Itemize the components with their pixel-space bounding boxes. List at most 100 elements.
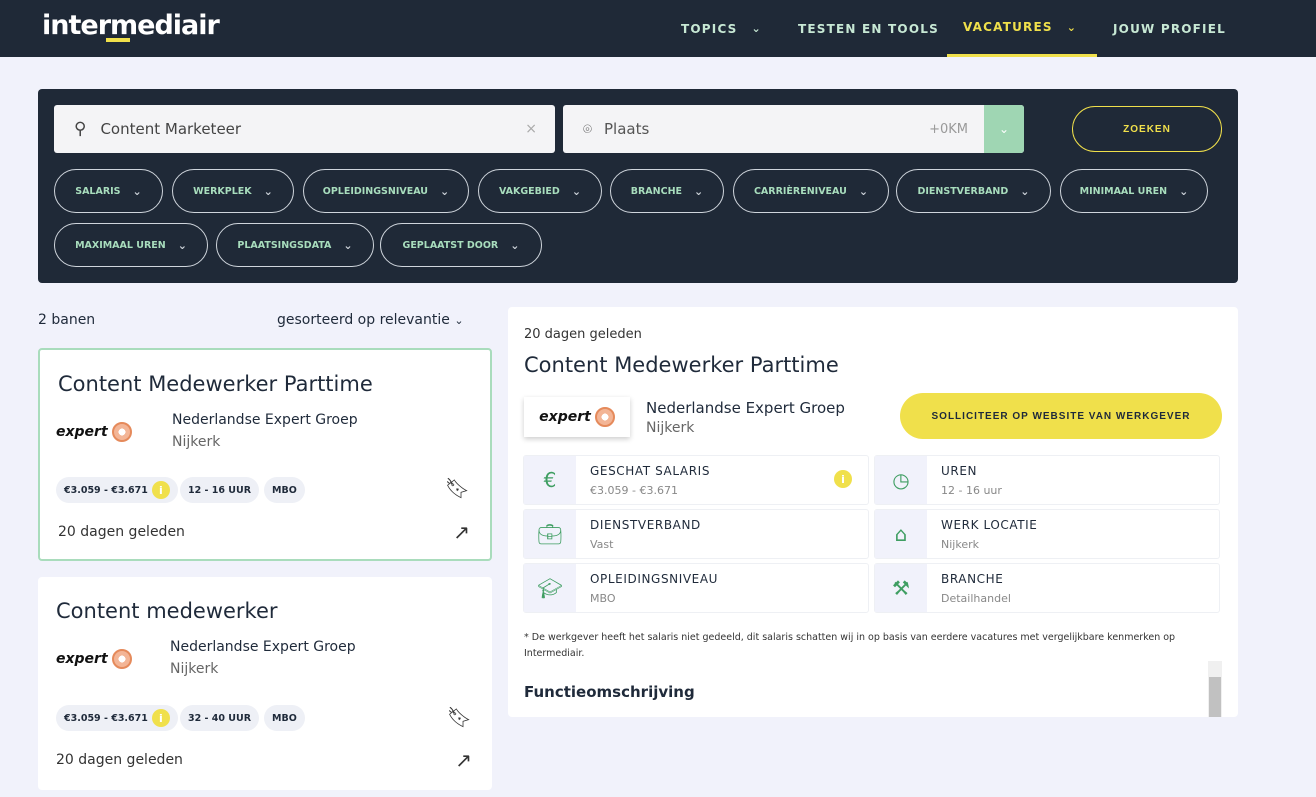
chevron-down-icon: ⌄: [440, 184, 450, 198]
graduation-icon: 🎓︎: [524, 564, 576, 612]
nav-vacatures[interactable]: VACATURES ⌄: [947, 0, 1097, 57]
scrollbar-thumb[interactable]: [1209, 677, 1221, 717]
chevron-down-icon: ⌄: [1066, 20, 1078, 34]
salary-tag: €3.059 - €3.671 i: [56, 705, 178, 731]
chevron-down-icon: ⌄: [132, 184, 142, 198]
job-title: Content medewerker: [56, 599, 278, 623]
logo-underline: [106, 38, 130, 42]
job-card[interactable]: Content Medewerker Parttime expert Neder…: [38, 348, 492, 561]
filter-plaatsingsdata[interactable]: PLAATSINGSDATA ⌄: [216, 223, 374, 267]
nav-label: VACATURES: [963, 20, 1053, 34]
fact-branche: ⚒ BRANCHE Detailhandel: [874, 563, 1220, 613]
results-count: 2 banen: [38, 312, 96, 328]
job-title: Content Medewerker Parttime: [58, 372, 373, 396]
company-logo: expert: [56, 422, 132, 442]
chevron-down-icon: ⌄: [858, 184, 869, 198]
chevron-down-icon: ⌄: [694, 184, 704, 198]
nav-label: JOUW PROFIEL: [1113, 21, 1226, 36]
info-icon[interactable]: i: [151, 709, 170, 727]
filter-label: WERKPLEK: [193, 185, 252, 197]
briefcase-icon: 💼︎: [524, 510, 576, 558]
company-name: Nederlandse Expert Groep: [172, 412, 358, 428]
chevron-down-icon: ⌄: [571, 184, 582, 198]
bookmark-icon[interactable]: 🔖︎: [447, 705, 472, 729]
posted-ago: 20 dagen geleden: [524, 327, 642, 342]
filter-label: BRANCHE: [630, 185, 683, 197]
filter-salaris[interactable]: SALARIS ⌄: [54, 169, 163, 213]
chevron-down-icon: ⌄: [751, 22, 762, 35]
search-icon: ⚲: [74, 119, 87, 139]
search-query: Content Marketeer: [100, 120, 242, 138]
nav-jouw-profiel[interactable]: JOUW PROFIEL: [1113, 0, 1226, 57]
place-placeholder: Plaats: [604, 120, 650, 138]
nav-testen-en-tools[interactable]: TESTEN EN TOOLS: [798, 0, 939, 57]
filter-label: MAXIMAAL UREN: [75, 239, 166, 251]
salary-tag: €3.059 - €3.671 i: [56, 477, 178, 503]
chevron-down-icon: ⌄: [510, 238, 520, 252]
filter-werkplek[interactable]: WERKPLEK ⌄: [172, 169, 294, 213]
clear-icon[interactable]: ×: [525, 121, 537, 137]
chevron-down-icon: ⌄: [263, 184, 273, 198]
filter-vakgebied[interactable]: VAKGEBIED ⌄: [478, 169, 602, 213]
logo[interactable]: intermediair: [42, 10, 220, 41]
radius-value: +0KM: [929, 121, 968, 137]
info-icon[interactable]: i: [151, 481, 170, 499]
filter-minimaal-uren[interactable]: MINIMAAL UREN ⌄: [1060, 169, 1208, 213]
filter-opleidingsniveau[interactable]: OPLEIDINGSNIVEAU ⌄: [303, 169, 469, 213]
chevron-down-icon: ⌄: [1179, 184, 1189, 198]
filter-label: DIENSTVERBAND: [917, 185, 1009, 197]
location-pin-icon: ⌾: [583, 120, 593, 138]
job-card[interactable]: Content medewerker expert Nederlandse Ex…: [38, 577, 492, 790]
level-tag: MBO: [264, 477, 305, 503]
filter-label: OPLEIDINGSNIVEAU: [322, 185, 428, 197]
fact-salary: € GESCHAT SALARIS €3.059 - €3.671 i: [523, 455, 869, 505]
bookmark-icon[interactable]: 🔖︎: [445, 476, 470, 500]
filter-label: VAKGEBIED: [498, 185, 560, 197]
fact-education: 🎓︎ OPLEIDINGSNIVEAU MBO: [523, 563, 869, 613]
hours-tag: 32 - 40 UUR: [180, 705, 260, 731]
level-tag: MBO: [264, 705, 305, 731]
fact-hours: ◷ UREN 12 - 16 uur: [874, 455, 1220, 505]
filter-carriereniveau[interactable]: CARRIÈRENIVEAU ⌄: [733, 169, 889, 213]
salary-note: * De werkgever heeft het salaris niet ge…: [524, 632, 1176, 659]
company-logo: expert: [524, 397, 630, 437]
radius-dropdown[interactable]: ⌄: [984, 105, 1024, 153]
filter-maximaal-uren[interactable]: MAXIMAAL UREN ⌄: [54, 223, 208, 267]
external-link-icon[interactable]: ↗: [453, 520, 470, 544]
clock-icon: ◷: [875, 456, 927, 504]
company-name: Nederlandse Expert Groep: [646, 399, 845, 417]
filter-geplaatst-door[interactable]: GEPLAATST DOOR ⌄: [380, 223, 542, 267]
filter-label: CARRIÈRENIVEAU: [753, 185, 847, 197]
scrollbar[interactable]: [1208, 661, 1222, 717]
job-detail: 20 dagen geleden Content Medewerker Part…: [508, 307, 1238, 717]
filter-label: PLAATSINGSDATA: [237, 239, 332, 251]
chevron-down-icon: ⌄: [343, 238, 353, 252]
nav-label: TESTEN EN TOOLS: [798, 21, 939, 36]
filter-dienstverband[interactable]: DIENSTVERBAND ⌄: [896, 169, 1051, 213]
search-input[interactable]: ⚲ Content Marketeer ×: [54, 105, 555, 153]
place-input[interactable]: ⌾ Plaats +0KM ⌄: [563, 105, 1024, 153]
fact-dienstverband: 💼︎ DIENSTVERBAND Vast: [523, 509, 869, 559]
posted-ago: 20 dagen geleden: [56, 752, 183, 768]
hours-tag: 12 - 16 UUR: [180, 477, 260, 503]
search-panel: ⚲ Content Marketeer × ⌾ Plaats +0KM ⌄ ZO…: [38, 89, 1238, 283]
tools-icon: ⚒: [875, 564, 927, 612]
search-button[interactable]: ZOEKEN: [1072, 106, 1222, 152]
apply-button[interactable]: SOLLICITEER OP WEBSITE VAN WERKGEVER: [900, 393, 1222, 439]
chevron-down-icon: ⌄: [454, 314, 464, 327]
external-link-icon[interactable]: ↗: [455, 748, 472, 772]
sort-dropdown[interactable]: gesorteerd op relevantie ⌄: [277, 312, 464, 328]
filter-branche[interactable]: BRANCHE ⌄: [610, 169, 724, 213]
building-icon: ⌂: [875, 510, 927, 558]
euro-icon: €: [524, 456, 576, 504]
filter-label: GEPLAATST DOOR: [402, 239, 499, 251]
fact-location: ⌂ WERK LOCATIE Nijkerk: [874, 509, 1220, 559]
sort-label: gesorteerd op relevantie: [277, 312, 450, 328]
info-icon[interactable]: i: [834, 470, 852, 488]
posted-ago: 20 dagen geleden: [58, 524, 185, 540]
filter-label: MINIMAAL UREN: [1079, 185, 1168, 197]
job-city: Nijkerk: [646, 420, 695, 436]
top-bar: intermediair TOPICS ⌄ TESTEN EN TOOLS VAC…: [0, 0, 1316, 57]
filter-label: SALARIS: [75, 185, 121, 197]
nav-topics[interactable]: TOPICS ⌄: [681, 0, 762, 57]
